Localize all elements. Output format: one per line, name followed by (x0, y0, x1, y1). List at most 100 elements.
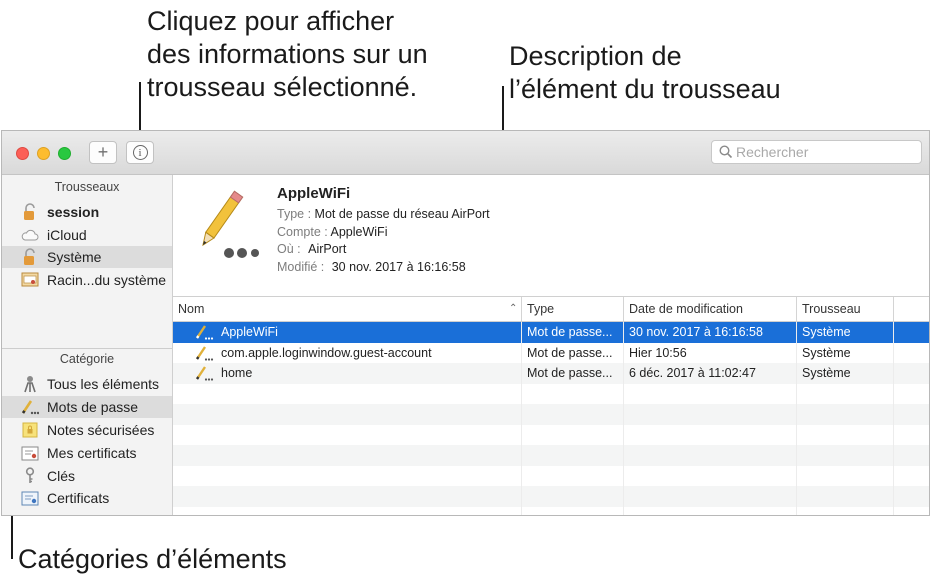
secure-note-icon (21, 421, 39, 439)
keychains-header: Trousseaux (54, 180, 120, 194)
sidebar-item-label: Tous les éléments (47, 376, 160, 392)
sidebar-divider (2, 348, 172, 349)
row-name: home (221, 366, 253, 380)
sidebar-item-mots-de-passe[interactable]: Mots de passe (2, 396, 172, 418)
sidebar-item-label: Notes sécurisées (47, 422, 155, 438)
item-modified-label: Modifié : (277, 260, 325, 274)
row-type: Mot de passe... (527, 366, 613, 380)
sidebar: Trousseaux session iCloud Système Racin.… (2, 175, 173, 515)
item-modified-row: Modifié : 30 nov. 2017 à 16:16:58 (277, 260, 466, 274)
info-button[interactable]: i (126, 141, 154, 164)
item-title: AppleWiFi (277, 185, 351, 202)
search-icon (719, 145, 733, 159)
empty-row (173, 486, 929, 507)
info-icon-glyph: i (138, 146, 142, 159)
item-modified-value: 30 nov. 2017 à 16:16:58 (331, 260, 466, 274)
item-account-row: Compte : AppleWiFi (277, 225, 387, 239)
sidebar-item-racine-systeme[interactable]: Racin...du système (2, 269, 172, 291)
sidebar-item-label: Mes certificats (47, 445, 137, 461)
search-field[interactable] (711, 140, 922, 164)
column-divider (796, 322, 797, 515)
item-where-label: Où : (277, 242, 301, 256)
empty-row (173, 507, 929, 516)
password-pencil-icon (196, 366, 214, 381)
sidebar-item-tous-les-elements[interactable]: Tous les éléments (2, 373, 172, 395)
item-account-label: Compte : (277, 225, 328, 239)
row-keychain: Système (802, 345, 851, 360)
column-header-trousseau[interactable]: Trousseau (796, 297, 893, 321)
item-where-value: AirPort (308, 242, 347, 256)
sidebar-item-label: Certificats (47, 490, 110, 506)
add-item-button[interactable]: + (89, 141, 117, 164)
table-row[interactable]: AppleWiFi Mot de passe... 30 nov. 2017 à… (173, 322, 929, 343)
minimize-window-button[interactable] (37, 147, 50, 160)
key-icon (21, 467, 39, 485)
empty-row (173, 384, 929, 405)
password-pencil-icon (21, 398, 39, 416)
callout-description-text: Description de l’élément du trousseau (509, 41, 781, 104)
items-table: Nom ⌃ Type Date de modification Troussea… (173, 296, 929, 516)
sidebar-item-label: Mots de passe (47, 399, 139, 415)
row-name: com.apple.loginwindow.guest-account (221, 345, 432, 360)
lock-open-icon (21, 203, 39, 221)
callout-categories-text: Catégories d’éléments (18, 544, 287, 574)
table-row[interactable]: com.apple.loginwindow.guest-account Mot … (173, 343, 929, 364)
info-icon: i (132, 145, 148, 160)
item-type-row: Type : Mot de passe du réseau AirPort (277, 207, 490, 221)
callout-info-text: Cliquez pour afficher des informations s… (147, 6, 428, 102)
sidebar-item-label: Clés (47, 468, 76, 484)
password-pencil-icon (196, 345, 214, 361)
close-window-button[interactable] (16, 147, 29, 160)
maximize-window-button[interactable] (58, 147, 71, 160)
item-type-value: Mot de passe du réseau AirPort (314, 207, 490, 221)
certificate-folder-icon (21, 271, 39, 289)
search-input[interactable] (736, 143, 916, 161)
row-keychain: Système (802, 325, 851, 339)
sidebar-item-cles[interactable]: Clés (2, 465, 172, 487)
row-date: 30 nov. 2017 à 16:16:58 (629, 325, 763, 339)
sidebar-item-label: session (47, 204, 100, 220)
my-certificate-icon (21, 444, 39, 462)
row-type: Mot de passe... (527, 325, 613, 339)
empty-row (173, 404, 929, 425)
titlebar: + i (2, 131, 929, 175)
row-type: Mot de passe... (527, 345, 613, 360)
row-date: Hier 10:56 (629, 345, 687, 360)
column-header-type[interactable]: Type (521, 297, 623, 321)
sidebar-item-session[interactable]: session (2, 201, 172, 223)
cloud-icon (21, 226, 39, 244)
sidebar-item-notes-securisees[interactable]: Notes sécurisées (2, 419, 172, 441)
column-divider (893, 322, 894, 515)
sidebar-item-label: Racin...du système (47, 272, 167, 288)
table-header: Nom ⌃ Type Date de modification Troussea… (173, 296, 929, 322)
item-type-label: Type : (277, 207, 312, 221)
category-header: Catégorie (59, 352, 115, 366)
column-divider (623, 322, 624, 515)
row-name: AppleWiFi (221, 325, 278, 339)
item-detail-panel: AppleWiFi Type : Mot de passe du réseau … (173, 175, 929, 292)
column-header-nom[interactable]: Nom (173, 297, 521, 321)
row-keychain: Système (802, 366, 851, 380)
item-where-row: Où : AirPort (277, 242, 346, 256)
empty-row (173, 466, 929, 487)
password-large-icon (202, 190, 259, 258)
sidebar-item-icloud[interactable]: iCloud (2, 224, 172, 246)
keychain-window: + i Trousseaux session iC (1, 130, 930, 516)
lock-icon (21, 248, 39, 266)
item-account-value: AppleWiFi (330, 225, 388, 239)
certificate-icon (21, 489, 39, 507)
sidebar-item-label: iCloud (47, 227, 87, 243)
sidebar-item-systeme[interactable]: Système (2, 246, 172, 268)
sidebar-item-certificats[interactable]: Certificats (2, 487, 172, 509)
plus-icon: + (97, 142, 109, 162)
empty-row (173, 445, 929, 466)
column-header-date[interactable]: Date de modification (623, 297, 796, 321)
sidebar-item-mes-certificats[interactable]: Mes certificats (2, 442, 172, 464)
empty-row (173, 425, 929, 446)
people-icon (21, 375, 39, 393)
column-header-empty (893, 297, 929, 321)
table-row[interactable]: home Mot de passe... 6 déc. 2017 à 11:02… (173, 363, 929, 384)
password-pencil-icon (196, 325, 214, 340)
row-date: 6 déc. 2017 à 11:02:47 (629, 366, 756, 380)
column-divider (521, 322, 522, 515)
